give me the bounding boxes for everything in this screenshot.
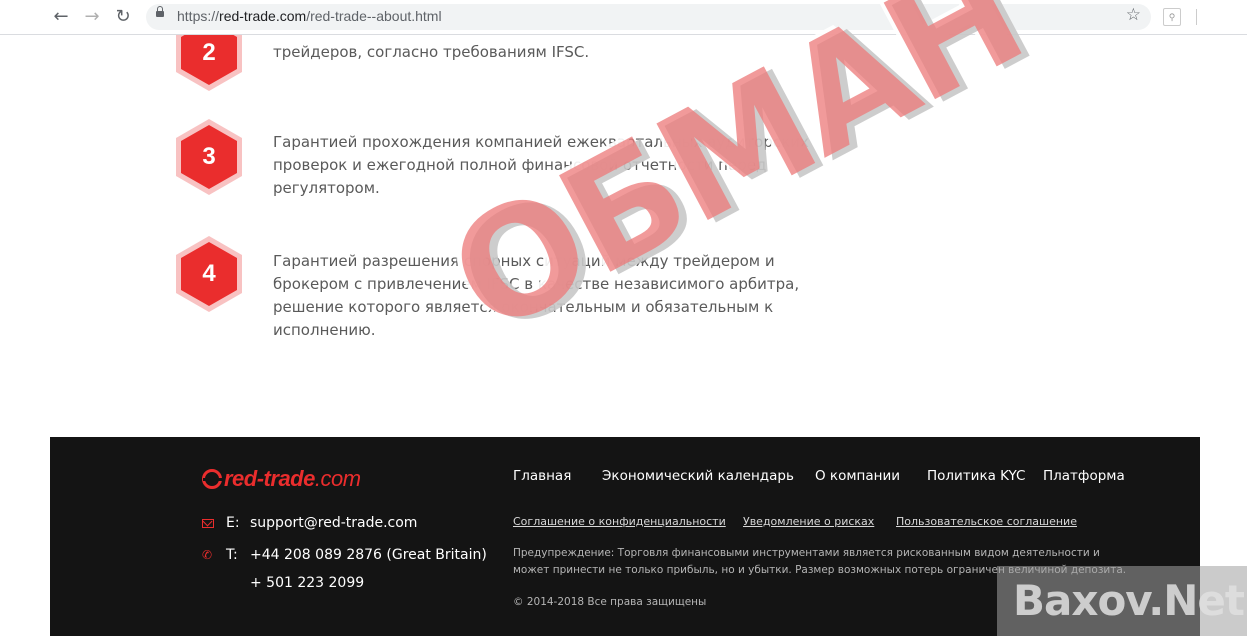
url-scheme: https:// (177, 8, 220, 24)
footer-nav-about[interactable]: О компании (815, 468, 900, 484)
site-logo[interactable]: red-trade.com (202, 466, 361, 492)
phone-label: T: (226, 547, 238, 563)
copyright-text: © 2014-2018 Все права защищены (513, 596, 707, 608)
toolbar-divider (1196, 9, 1197, 25)
risk-disclosure-link[interactable]: Уведомление о рисках (743, 515, 874, 528)
step-number: 4 (202, 260, 216, 287)
logo-text: red-trade (224, 466, 315, 491)
url-host: red-trade.com (219, 8, 307, 24)
watermark: Baxov.Net (997, 566, 1247, 636)
url-text[interactable]: https://red-trade.com/red-trade--about.h… (177, 8, 442, 24)
logo-domain: .com (314, 466, 361, 491)
step-badge-3: 3 (174, 117, 244, 197)
forward-arrow-icon[interactable]: → (81, 6, 103, 28)
step-number: 3 (202, 143, 216, 170)
lock-icon (156, 6, 164, 17)
envelope-icon (202, 519, 214, 528)
step-badge-2: 2 (174, 35, 244, 93)
reload-icon[interactable]: ↻ (112, 6, 134, 28)
privacy-policy-link[interactable]: Соглашение о конфиденциальности (513, 515, 726, 528)
footer-nav-calendar[interactable]: Экономический календарь (602, 468, 794, 484)
watermark-text: Baxov.Net (1013, 576, 1245, 625)
bookmark-star-icon[interactable]: ☆ (1126, 5, 1141, 25)
back-arrow-icon[interactable]: ← (50, 6, 72, 28)
phone-number-1[interactable]: +44 208 089 2876 (Great Britain) (250, 547, 487, 563)
phone-icon: ✆ (202, 548, 213, 562)
email-link[interactable]: support@red-trade.com (250, 515, 417, 531)
footer-nav-platform[interactable]: Платформа (1043, 468, 1125, 484)
logo-mark-icon (202, 469, 223, 489)
step-number: 2 (202, 39, 216, 66)
phone-number-2[interactable]: + 501 223 2099 (250, 575, 364, 591)
url-path: /red-trade--about.html (306, 8, 442, 24)
user-agreement-link[interactable]: Пользовательское соглашение (896, 515, 1077, 528)
footer-nav-home[interactable]: Главная (513, 468, 571, 484)
extension-icon[interactable]: ⚲ (1163, 8, 1181, 26)
browser-toolbar: ← → ↻ https://red-trade.com/red-trade--a… (0, 0, 1247, 35)
email-label: E: (226, 515, 240, 531)
step-badge-4: 4 (174, 234, 244, 314)
footer-nav-kyc[interactable]: Политика KYC (927, 468, 1025, 484)
